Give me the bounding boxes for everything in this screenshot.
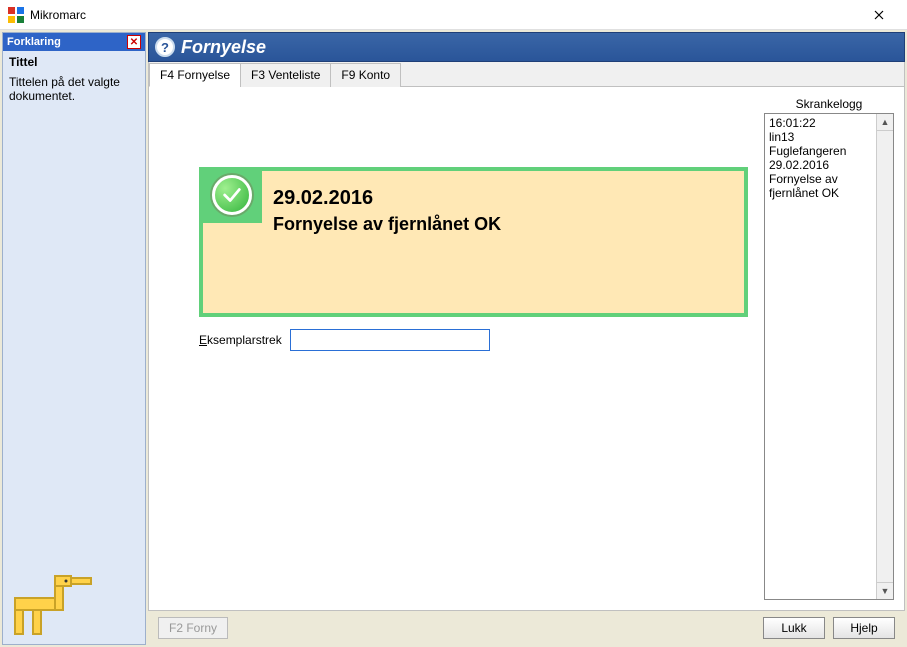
module-header: ? Fornyelse bbox=[148, 32, 905, 62]
log-box[interactable]: 16:01:22 lin13 Fuglefangeren 29.02.2016 … bbox=[764, 113, 894, 600]
footer: F2 Forny Lukk Hjelp bbox=[148, 611, 905, 645]
module-title: Fornyelse bbox=[181, 37, 266, 58]
log-line: 16:01:22 bbox=[769, 116, 889, 130]
app-icon bbox=[8, 7, 24, 23]
log-scrollbar[interactable]: ▲ ▼ bbox=[876, 114, 893, 599]
tab-venteliste[interactable]: F3 Venteliste bbox=[240, 63, 331, 87]
sidebar-title: Tittel bbox=[9, 55, 139, 69]
scroll-up-icon[interactable]: ▲ bbox=[877, 114, 893, 131]
log-label: Skrankelogg bbox=[764, 97, 894, 111]
status-date: 29.02.2016 bbox=[273, 187, 728, 210]
barcode-field-row: Eksemplarstrek bbox=[199, 329, 748, 351]
help-icon: ? bbox=[155, 37, 175, 57]
tab-konto[interactable]: F9 Konto bbox=[330, 63, 401, 87]
status-badge-tab bbox=[202, 167, 262, 223]
sidebar-header-label: Forklaring bbox=[7, 36, 61, 48]
renew-button: F2 Forny bbox=[158, 617, 228, 639]
status-text: Fornyelse av fjernlånet OK bbox=[273, 214, 728, 235]
window-close-button[interactable] bbox=[859, 3, 899, 27]
success-icon bbox=[212, 175, 252, 215]
help-button[interactable]: Hjelp bbox=[833, 617, 895, 639]
sidebar-description: Tittelen på det valgte dokumentet. bbox=[9, 75, 139, 103]
app-window: Mikromarc Forklaring ✕ Tittel Tittelen p… bbox=[0, 0, 907, 647]
log-line: Fuglefangeren bbox=[769, 144, 889, 158]
sidebar-header: Forklaring ✕ bbox=[3, 33, 145, 51]
barcode-label: Eksemplarstrek bbox=[199, 333, 282, 347]
explanation-sidebar: Forklaring ✕ Tittel Tittelen på det valg… bbox=[2, 32, 146, 645]
sidebar-logo bbox=[3, 564, 145, 644]
tab-container: F4 Fornyelse F3 Venteliste F9 Konto 29. bbox=[148, 62, 905, 611]
body: Forklaring ✕ Tittel Tittelen på det valg… bbox=[0, 30, 907, 647]
center-column: 29.02.2016 Fornyelse av fjernlånet OK Ek… bbox=[159, 97, 758, 600]
tab-body: 29.02.2016 Fornyelse av fjernlånet OK Ek… bbox=[149, 87, 904, 610]
log-line: Fornyelse av fjernlånet OK bbox=[769, 172, 889, 200]
status-message-box: 29.02.2016 Fornyelse av fjernlånet OK bbox=[199, 167, 748, 317]
sidebar-body: Tittel Tittelen på det valgte dokumentet… bbox=[3, 51, 145, 564]
log-line: lin13 bbox=[769, 130, 889, 144]
scroll-down-icon[interactable]: ▼ bbox=[877, 582, 893, 599]
main-area: ? Fornyelse F4 Fornyelse F3 Venteliste F… bbox=[148, 32, 905, 645]
log-column: Skrankelogg 16:01:22 lin13 Fuglefangeren… bbox=[764, 97, 894, 600]
log-line: 29.02.2016 bbox=[769, 158, 889, 172]
tab-bar: F4 Fornyelse F3 Venteliste F9 Konto bbox=[149, 62, 904, 87]
sidebar-close-button[interactable]: ✕ bbox=[127, 35, 141, 49]
barcode-input[interactable] bbox=[290, 329, 490, 351]
window-title: Mikromarc bbox=[30, 8, 86, 22]
titlebar: Mikromarc bbox=[0, 0, 907, 30]
close-button[interactable]: Lukk bbox=[763, 617, 825, 639]
tab-fornyelse[interactable]: F4 Fornyelse bbox=[149, 63, 241, 87]
